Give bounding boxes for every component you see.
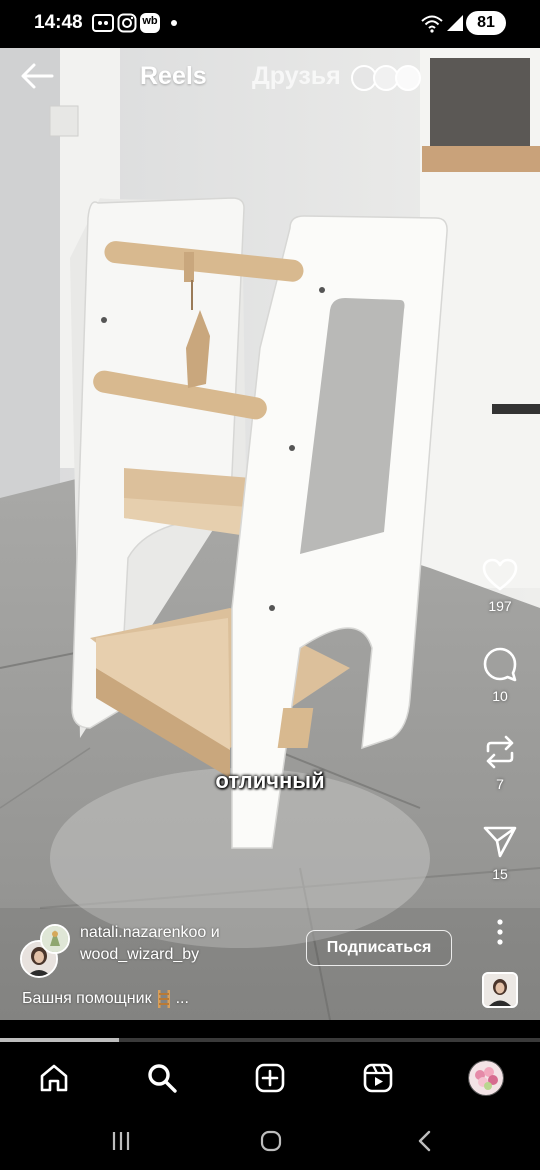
wifi-icon bbox=[421, 15, 443, 33]
status-time: 14:48 bbox=[34, 12, 83, 33]
like-button[interactable]: 197 bbox=[470, 558, 530, 614]
profile-avatar-image bbox=[469, 1061, 503, 1095]
notification-dot-icon bbox=[171, 20, 177, 26]
comment-button[interactable]: 10 bbox=[470, 646, 530, 704]
video-frame bbox=[0, 48, 540, 1020]
signal-icon bbox=[447, 15, 463, 31]
description-more: ... bbox=[175, 990, 189, 1007]
nav-search[interactable] bbox=[142, 1058, 182, 1098]
audio-thumbnail-image bbox=[484, 974, 516, 1006]
nav-reels[interactable] bbox=[358, 1058, 398, 1098]
repost-icon bbox=[486, 735, 514, 769]
repost-button[interactable]: 7 bbox=[470, 734, 530, 792]
nav-profile[interactable] bbox=[466, 1058, 506, 1098]
subscribe-button[interactable]: Подписаться bbox=[306, 930, 452, 966]
comment-icon bbox=[483, 647, 517, 682]
author-line-2[interactable]: wood_wizard_by bbox=[80, 944, 220, 966]
author-line-1[interactable]: natali.nazarenkoo и bbox=[80, 922, 220, 944]
audio-thumbnail[interactable] bbox=[482, 972, 518, 1008]
add-post-icon bbox=[255, 1063, 285, 1093]
share-button[interactable]: 15 bbox=[470, 824, 530, 882]
home-circle-icon bbox=[260, 1130, 282, 1152]
bottom-navigation bbox=[0, 1042, 540, 1114]
reel-video[interactable] bbox=[0, 48, 540, 1020]
repost-count: 7 bbox=[496, 776, 504, 792]
more-options-icon[interactable] bbox=[488, 916, 512, 948]
home-system-button[interactable] bbox=[256, 1126, 286, 1156]
battery-indicator: 81 bbox=[466, 11, 506, 35]
description-text: Башня помощник bbox=[22, 990, 152, 1007]
nav-create[interactable] bbox=[250, 1058, 290, 1098]
collaborator-avatar[interactable] bbox=[40, 924, 70, 954]
tab-friends[interactable]: Друзья bbox=[252, 62, 341, 91]
back-system-button[interactable] bbox=[410, 1126, 440, 1156]
subscribe-label: Подписаться bbox=[326, 939, 432, 956]
battery-level: 81 bbox=[477, 14, 495, 31]
recent-apps-icon bbox=[112, 1132, 130, 1150]
home-icon bbox=[40, 1064, 68, 1092]
video-caption: отличный bbox=[215, 768, 325, 793]
comment-count: 10 bbox=[492, 688, 508, 704]
back-arrow-icon[interactable] bbox=[18, 58, 58, 94]
post-description[interactable]: Башня помощник ... bbox=[22, 990, 189, 1008]
chevron-left-icon bbox=[418, 1130, 431, 1152]
author-names[interactable]: natali.nazarenkoo и wood_wizard_by bbox=[80, 922, 220, 966]
instagram-icon bbox=[117, 13, 137, 33]
reels-header: Reels Друзья bbox=[0, 48, 540, 108]
search-icon bbox=[148, 1064, 177, 1093]
share-count: 15 bbox=[492, 866, 508, 882]
friends-avatars-icon[interactable] bbox=[350, 64, 422, 92]
tab-reels[interactable]: Reels bbox=[140, 62, 207, 91]
send-icon bbox=[483, 826, 517, 858]
system-navigation bbox=[0, 1114, 540, 1170]
wb-label: wb bbox=[142, 15, 158, 27]
heart-icon bbox=[482, 558, 518, 591]
ladder-emoji-icon bbox=[157, 990, 170, 1008]
profile-avatar bbox=[468, 1060, 504, 1096]
screen-record-icon bbox=[92, 14, 114, 32]
nav-home[interactable] bbox=[34, 1058, 74, 1098]
recent-apps-button[interactable] bbox=[106, 1126, 136, 1156]
collaborator-avatar-image bbox=[42, 926, 68, 952]
like-count: 197 bbox=[488, 598, 512, 614]
status-bar: 14:48 wb 81 bbox=[0, 0, 540, 48]
reels-icon bbox=[363, 1063, 393, 1093]
